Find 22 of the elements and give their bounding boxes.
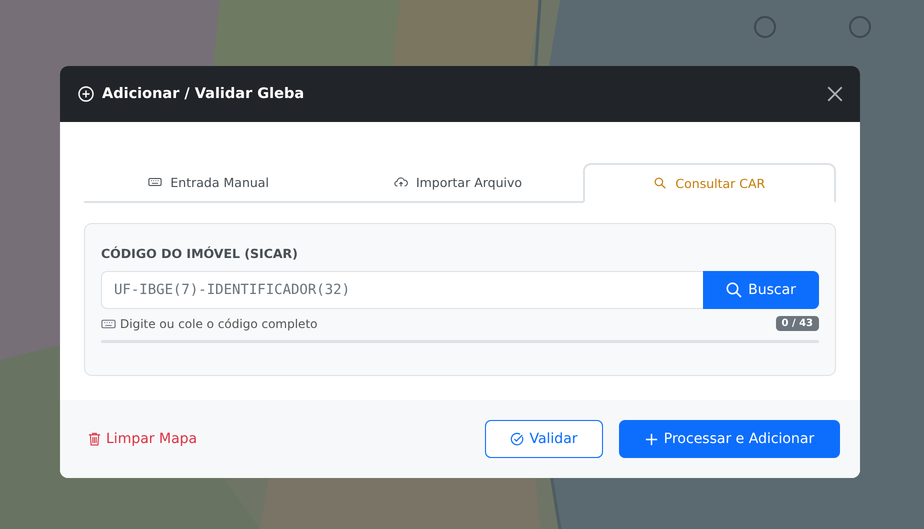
character-counter: 0 / 43 xyxy=(776,316,819,331)
plus-circle-icon xyxy=(78,86,94,102)
hint-text: Digite ou cole o código completo xyxy=(120,316,318,330)
clear-map-link[interactable]: Limpar Mapa xyxy=(88,431,198,447)
search-icon xyxy=(726,282,742,298)
cloud-upload-icon xyxy=(394,176,408,188)
tab[interactable]: Consultar CAR xyxy=(582,163,836,203)
plus-icon xyxy=(644,432,658,446)
process-add-button[interactable]: Processar e Adicionar xyxy=(619,420,840,458)
check-circle-icon xyxy=(510,432,524,446)
search-button[interactable]: Buscar xyxy=(703,271,819,309)
search-icon xyxy=(653,177,668,189)
keyboard-icon xyxy=(101,318,116,330)
keyboard-icon xyxy=(148,176,162,188)
car-code-input[interactable]: UF-IBGE(7)-IDENTIFICADOR(32) xyxy=(101,271,703,309)
trash-icon xyxy=(88,431,101,447)
tab[interactable]: Importar Arquivo xyxy=(333,163,583,201)
tab[interactable]: Entrada Manual xyxy=(84,163,334,201)
validate-button[interactable]: Validar xyxy=(485,420,603,458)
close-icon[interactable] xyxy=(826,85,844,103)
dialog-title: Adicionar / Validar Gleba xyxy=(102,86,306,102)
field-label: CÓDIGO DO IMÓVEL (SICAR) xyxy=(101,246,299,261)
